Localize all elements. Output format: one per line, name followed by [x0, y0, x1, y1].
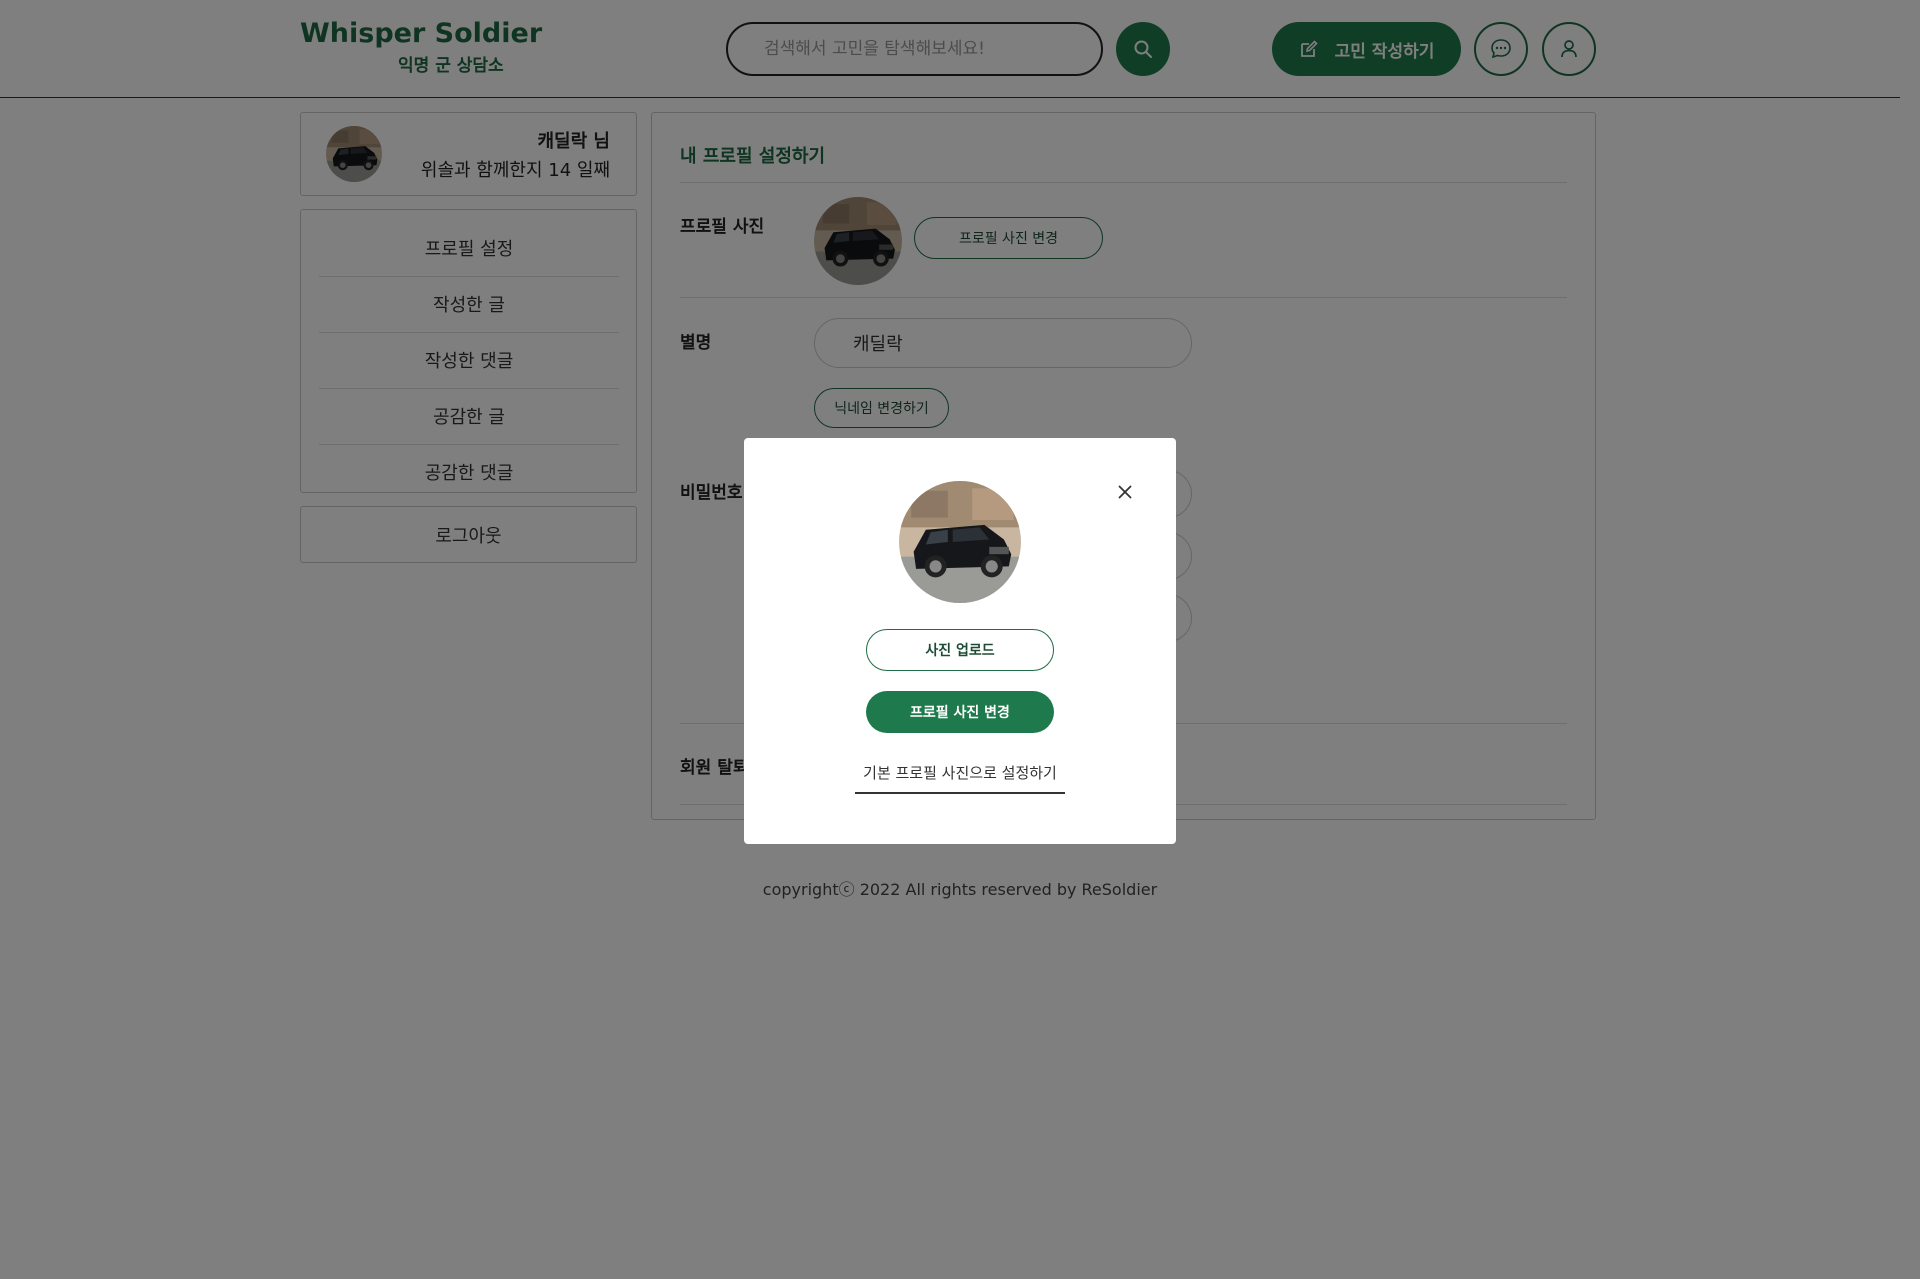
upload-photo-button[interactable]: 사진 업로드 — [866, 629, 1054, 671]
close-icon — [1118, 485, 1132, 499]
modal-avatar-preview — [899, 481, 1021, 603]
apply-photo-button[interactable]: 프로필 사진 변경 — [866, 691, 1054, 733]
default-photo-link[interactable]: 기본 프로필 사진으로 설정하기 — [855, 762, 1065, 794]
modal-close-button[interactable] — [1113, 480, 1137, 504]
